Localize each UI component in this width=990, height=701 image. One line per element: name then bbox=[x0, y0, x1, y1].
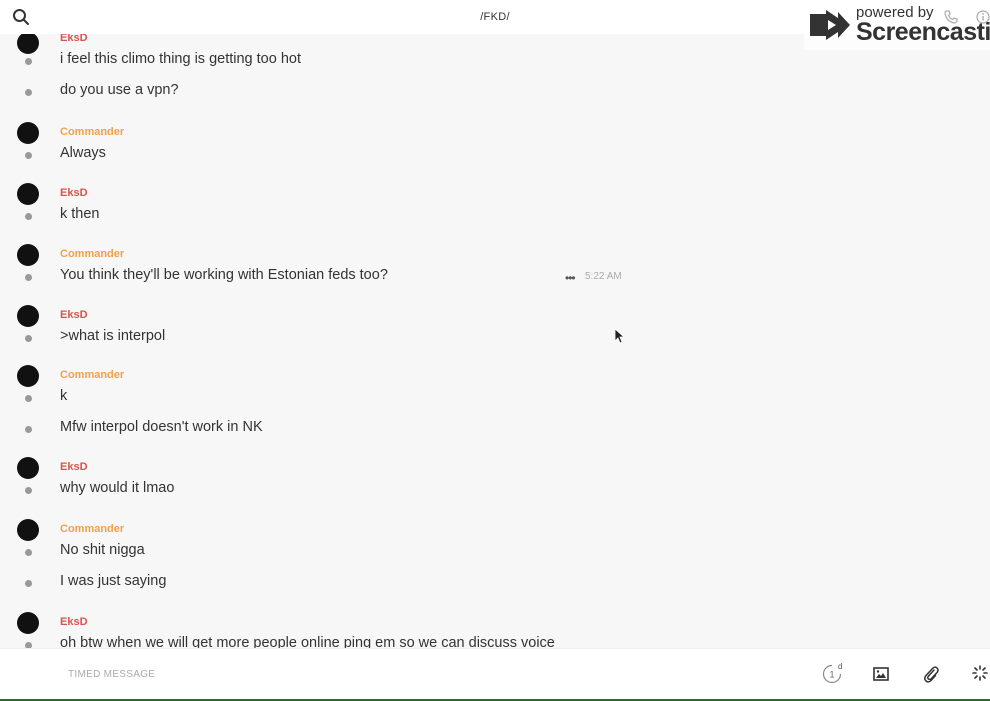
message-text: why would it lmao bbox=[60, 480, 175, 496]
avatar[interactable] bbox=[17, 519, 39, 541]
loading-spinner-icon bbox=[972, 665, 988, 681]
message-text: k then bbox=[60, 206, 100, 222]
message-line[interactable]: You think they'll be working with Estoni… bbox=[0, 267, 990, 287]
avatar[interactable] bbox=[17, 457, 39, 479]
message-line[interactable]: Mfw interpol doesn't work in NK bbox=[0, 419, 990, 439]
message-text: >what is interpol bbox=[60, 328, 166, 344]
author-name[interactable]: EksD bbox=[60, 34, 88, 44]
author-name[interactable]: EksD bbox=[60, 309, 88, 321]
avatar[interactable] bbox=[17, 122, 39, 144]
more-options-icon[interactable]: ••• bbox=[565, 271, 576, 285]
message-line[interactable]: I was just saying bbox=[0, 573, 990, 593]
message-line[interactable]: k bbox=[0, 388, 990, 408]
message-text: oh btw when we will get more people onli… bbox=[60, 635, 555, 648]
avatar[interactable] bbox=[17, 365, 39, 387]
message-text: do you use a vpn? bbox=[60, 82, 179, 98]
message-dot bbox=[25, 89, 32, 96]
avatar[interactable] bbox=[17, 612, 39, 634]
author-name[interactable]: Commander bbox=[60, 248, 124, 260]
message-dot bbox=[25, 152, 32, 159]
author-name[interactable]: Commander bbox=[60, 369, 124, 381]
timer-unit: d bbox=[838, 662, 843, 671]
message-dot bbox=[25, 487, 32, 494]
paperclip-icon[interactable] bbox=[923, 665, 939, 683]
message-text: Mfw interpol doesn't work in NK bbox=[60, 419, 263, 435]
message-line[interactable]: k then bbox=[0, 206, 990, 226]
author-name[interactable]: Commander bbox=[60, 523, 124, 535]
info-icon[interactable] bbox=[976, 10, 990, 24]
message-text: I was just saying bbox=[60, 573, 167, 589]
message-dot bbox=[25, 549, 32, 556]
message-line[interactable]: oh btw when we will get more people onli… bbox=[0, 635, 990, 648]
timer-value: 1 bbox=[829, 670, 834, 680]
message-dot bbox=[25, 580, 32, 587]
message-dot bbox=[25, 335, 32, 342]
message-dot bbox=[25, 213, 32, 220]
message-input[interactable]: TIMED MESSAGE bbox=[68, 669, 155, 680]
message-dot bbox=[25, 274, 32, 281]
message-text: i feel this climo thing is getting too h… bbox=[60, 51, 301, 67]
brand-name: Screencastify bbox=[856, 18, 990, 46]
message-line[interactable]: why would it lmao bbox=[0, 480, 990, 500]
message-text: k bbox=[60, 388, 68, 404]
image-icon[interactable] bbox=[873, 666, 889, 682]
mouse-cursor-icon bbox=[614, 328, 624, 344]
message-line[interactable]: do you use a vpn? bbox=[0, 82, 990, 102]
message-composer: TIMED MESSAGE 1 d bbox=[0, 648, 990, 701]
message-timestamp: 5:22 AM bbox=[585, 271, 622, 282]
message-text: You think they'll be working with Estoni… bbox=[60, 267, 388, 283]
message-text: Always bbox=[60, 145, 106, 161]
message-dot bbox=[25, 58, 32, 65]
message-line[interactable]: >what is interpol bbox=[0, 328, 990, 348]
author-name[interactable]: Commander bbox=[60, 126, 124, 138]
avatar[interactable] bbox=[17, 183, 39, 205]
avatar[interactable] bbox=[17, 244, 39, 266]
message-text: No shit nigga bbox=[60, 542, 145, 558]
message-line[interactable]: Always bbox=[0, 145, 990, 165]
message-list[interactable]: EksD i feel this climo thing is getting … bbox=[0, 34, 990, 648]
author-name[interactable]: EksD bbox=[60, 461, 88, 473]
message-dot bbox=[25, 395, 32, 402]
screencastify-logo-icon bbox=[810, 10, 850, 40]
message-line[interactable]: No shit nigga bbox=[0, 542, 990, 562]
message-line[interactable]: i feel this climo thing is getting too h… bbox=[0, 51, 990, 71]
author-name[interactable]: EksD bbox=[60, 616, 88, 628]
screencastify-watermark: powered by Screencastify bbox=[804, 0, 990, 50]
author-name[interactable]: EksD bbox=[60, 187, 88, 199]
message-dot bbox=[25, 426, 32, 433]
avatar[interactable] bbox=[17, 305, 39, 327]
phone-icon[interactable] bbox=[944, 10, 958, 24]
